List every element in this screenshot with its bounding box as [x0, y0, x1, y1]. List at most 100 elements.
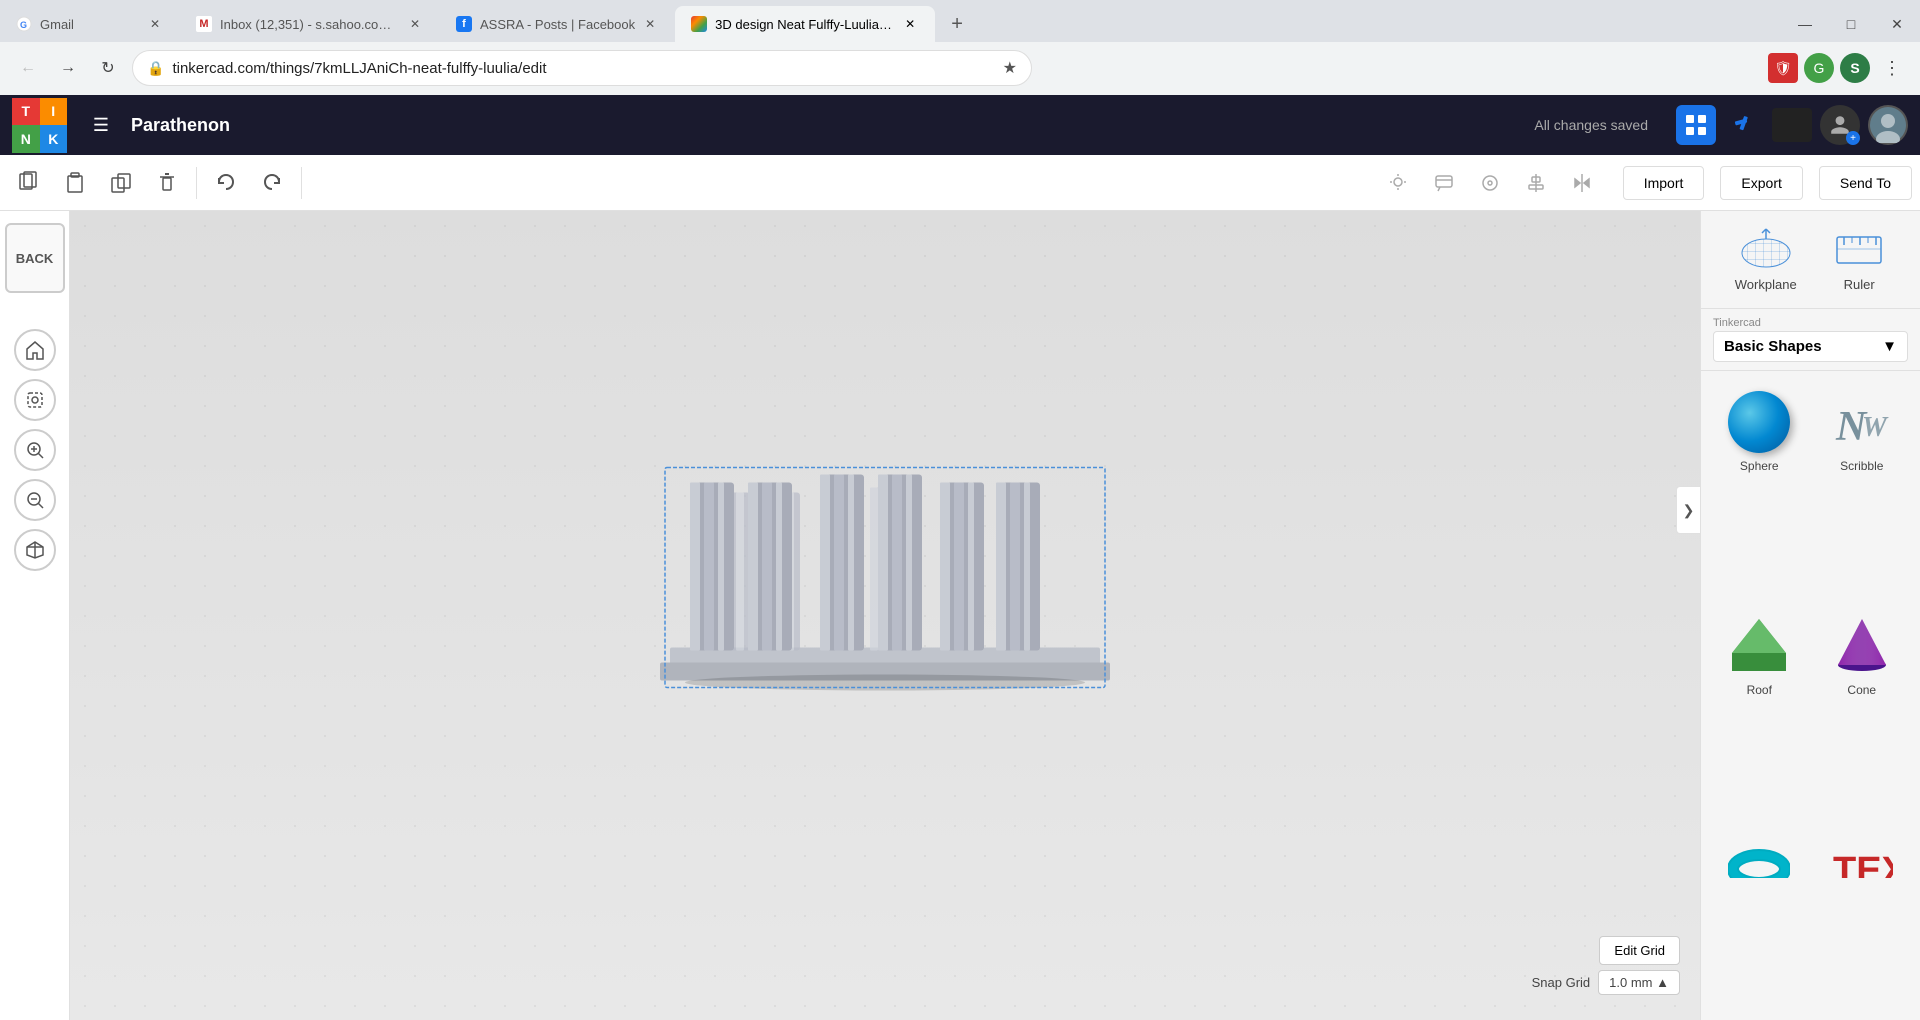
logo-i: I [40, 98, 68, 126]
hamburger-menu[interactable]: ☰ [83, 107, 119, 143]
new-button[interactable] [8, 162, 50, 204]
browser-actions: 🛡 G S ⋮ [1768, 52, 1908, 84]
workplane-label: Workplane [1735, 277, 1797, 292]
tinkercad-app: T I N K ☰ Parathenon All changes saved [0, 95, 1920, 1020]
shapes-list: Sphere N W Scribble [1701, 371, 1920, 1020]
address-bar-row: ← → ↻ 🔒 tinkercad.com/things/7kmLLJAniCh… [0, 42, 1920, 94]
workplane-icon [1739, 227, 1793, 271]
isometric-view-button[interactable] [14, 529, 56, 571]
tab-bar: G Gmail ✕ M Inbox (12,351) - s.sahoo.co@… [0, 0, 1920, 42]
tool-mode-button[interactable] [1724, 105, 1764, 145]
workplane-button[interactable]: Workplane [1735, 227, 1797, 292]
cone-icon [1831, 615, 1893, 677]
shapes-dropdown-arrow-icon: ▼ [1882, 338, 1897, 355]
snap-grid-row: Snap Grid 1.0 mm ▲ [1532, 970, 1680, 995]
browser-chrome: G Gmail ✕ M Inbox (12,351) - s.sahoo.co@… [0, 0, 1920, 95]
redo-button[interactable] [251, 162, 293, 204]
light-tool-button[interactable] [1377, 162, 1419, 204]
logo-n: N [12, 125, 40, 153]
bookmark-icon[interactable]: ★ [1003, 58, 1017, 78]
shape-item-text[interactable]: TEXT [1812, 826, 1913, 1012]
logo-k: K [40, 125, 68, 153]
window-controls: — □ ✕ [1782, 6, 1920, 42]
right-panel-top: Workplane Ruler [1701, 211, 1920, 309]
snap-value-selector[interactable]: 1.0 mm ▲ [1598, 970, 1680, 995]
close-button[interactable]: ✕ [1874, 6, 1920, 42]
ruler-icon [1832, 227, 1886, 271]
maximize-button[interactable]: □ [1828, 6, 1874, 42]
align-tool-button[interactable] [1515, 162, 1557, 204]
add-user-button[interactable]: + [1820, 105, 1860, 145]
export-button[interactable]: Export [1720, 166, 1802, 200]
right-panel: Workplane Ruler Tink [1700, 211, 1920, 1020]
refresh-button[interactable]: ↻ [92, 52, 124, 84]
logo-t: T [12, 98, 40, 126]
user-avatar[interactable] [1868, 105, 1908, 145]
snap-grid-label: Snap Grid [1532, 975, 1591, 990]
panel-collapse-button[interactable]: ❯ [1676, 486, 1700, 534]
back-button[interactable]: BACK [5, 223, 65, 293]
fit-view-button[interactable] [14, 379, 56, 421]
tinkercad-favicon [691, 16, 707, 32]
back-nav-button[interactable]: ← [12, 52, 44, 84]
dashboard-button[interactable] [1772, 108, 1812, 142]
autosave-status: All changes saved [1534, 117, 1648, 133]
browser-menu-button[interactable]: ⋮ [1876, 52, 1908, 84]
paste-button[interactable] [54, 162, 96, 204]
import-button[interactable]: Import [1623, 166, 1705, 200]
extension-shield-icon[interactable]: 🛡 [1768, 53, 1798, 83]
roof-icon [1728, 615, 1790, 677]
annotation-button[interactable] [1423, 162, 1465, 204]
torus-icon [1728, 838, 1790, 878]
mirror-button[interactable] [1561, 162, 1603, 204]
viewport[interactable]: Edit Grid Snap Grid 1.0 mm ▲ [70, 211, 1700, 1020]
ruler-label: Ruler [1844, 277, 1875, 292]
cone-label: Cone [1847, 683, 1876, 697]
zoom-in-button[interactable] [14, 429, 56, 471]
duplicate-button[interactable] [100, 162, 142, 204]
tab-facebook[interactable]: f ASSRA - Posts | Facebook ✕ [440, 6, 675, 42]
snap-dropdown-arrow: ▲ [1656, 975, 1669, 990]
ruler-button[interactable]: Ruler [1832, 227, 1886, 292]
shape-item-torus[interactable] [1709, 826, 1810, 1012]
shape-item-roof[interactable]: Roof [1709, 603, 1810, 825]
tab-inbox[interactable]: M Inbox (12,351) - s.sahoo.co@gm... ✕ [180, 6, 440, 42]
edit-grid-button[interactable]: Edit Grid [1599, 936, 1680, 965]
zoom-out-button[interactable] [14, 479, 56, 521]
shape-item-sphere[interactable]: Sphere [1709, 379, 1810, 601]
svg-text:TEXT: TEXT [1833, 850, 1893, 878]
extension-green-icon[interactable]: G [1804, 53, 1834, 83]
top-toolbar: T I N K ☰ Parathenon All changes saved [0, 95, 1920, 155]
tab-inbox-close[interactable]: ✕ [406, 15, 424, 33]
parthenon-model [660, 453, 1110, 693]
lock-icon: 🔒 [147, 60, 164, 77]
measure-button[interactable] [1469, 162, 1511, 204]
shape-item-cone[interactable]: Cone [1812, 603, 1913, 825]
tab-gmail-label: Gmail [40, 17, 140, 32]
undo-button[interactable] [205, 162, 247, 204]
minimize-button[interactable]: — [1782, 6, 1828, 42]
svg-text:G: G [20, 20, 27, 30]
shapes-dropdown[interactable]: Basic Shapes ▼ [1713, 331, 1908, 362]
tab-gmail-close[interactable]: ✕ [146, 15, 164, 33]
delete-button[interactable] [146, 162, 188, 204]
project-name: Parathenon [131, 115, 230, 136]
forward-nav-button[interactable]: → [52, 52, 84, 84]
roof-label: Roof [1747, 683, 1772, 697]
tab-tinkercad[interactable]: 3D design Neat Fulffy-Luulia | Ti... ✕ [675, 6, 935, 42]
browser-profile-button[interactable]: S [1840, 53, 1870, 83]
sphere-label: Sphere [1740, 459, 1779, 473]
edit-toolbar: Import Export Send To [0, 155, 1920, 211]
shape-item-scribble[interactable]: N W Scribble [1812, 379, 1913, 601]
tinkercad-logo[interactable]: T I N K [12, 98, 67, 153]
grid-view-button[interactable] [1676, 105, 1716, 145]
tab-tinkercad-close[interactable]: ✕ [901, 15, 919, 33]
shapes-dropdown-value: Basic Shapes [1724, 338, 1822, 355]
new-tab-button[interactable]: + [939, 6, 975, 42]
tab-gmail[interactable]: G Gmail ✕ [0, 6, 180, 42]
tab-facebook-label: ASSRA - Posts | Facebook [480, 17, 635, 32]
send-to-button[interactable]: Send To [1819, 166, 1912, 200]
address-bar[interactable]: 🔒 tinkercad.com/things/7kmLLJAniCh-neat-… [132, 50, 1032, 86]
tab-facebook-close[interactable]: ✕ [641, 15, 659, 33]
home-view-button[interactable] [14, 329, 56, 371]
